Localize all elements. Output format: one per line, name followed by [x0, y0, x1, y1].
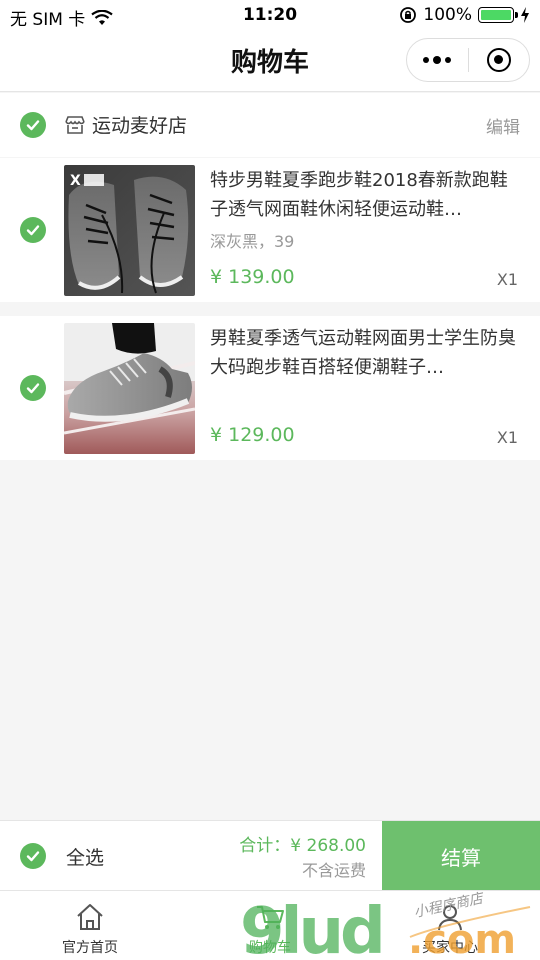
cart-item: X 特步男鞋夏季跑步鞋2018春新款跑鞋子透气网面鞋休闲轻便运动鞋… 深灰黑，3… — [0, 158, 540, 302]
target-icon — [486, 48, 511, 72]
store-icon — [65, 116, 85, 134]
more-menu-button[interactable] — [407, 39, 468, 81]
product-image[interactable] — [64, 323, 195, 454]
product-quantity: X1 — [496, 270, 518, 289]
orientation-lock-icon — [400, 7, 417, 23]
tab-label: 购物车 — [249, 940, 291, 956]
checkmark-icon — [26, 120, 40, 131]
status-bar: 无 SIM 卡 11:20 100% — [0, 0, 540, 32]
charging-icon — [521, 7, 529, 23]
edit-button[interactable]: 编辑 — [486, 113, 520, 138]
checkout-button[interactable]: 结算 — [382, 821, 540, 891]
select-all-label[interactable]: 全选 — [66, 843, 104, 870]
shop-checkbox[interactable] — [20, 112, 46, 138]
total-amount: 合计：¥ 268.00 — [239, 836, 366, 856]
select-all-checkbox[interactable] — [20, 843, 46, 869]
tab-cart[interactable]: 购物车 — [180, 891, 360, 960]
shop-header: 运动麦好店 编辑 — [0, 93, 540, 157]
checkmark-icon — [26, 225, 40, 236]
product-image[interactable]: X — [64, 165, 195, 296]
cart-item: 男鞋夏季透气运动鞋网面男士学生防臭大码跑步鞋百搭轻便潮鞋子… ¥ 129.00 … — [0, 316, 540, 460]
tab-bar: 官方首页 购物车 买家中心 — [0, 890, 540, 960]
tab-label: 官方首页 — [62, 940, 118, 956]
product-spec: 深灰黑，39 — [210, 232, 295, 251]
close-miniprogram-button[interactable] — [469, 39, 530, 81]
battery-percent: 100% — [423, 5, 472, 25]
cart-icon — [257, 906, 284, 929]
shop-name[interactable]: 运动麦好店 — [92, 111, 187, 138]
product-price: ¥ 129.00 — [210, 424, 295, 446]
miniprogram-capsule — [406, 38, 530, 82]
home-icon — [77, 904, 103, 930]
item-checkbox[interactable] — [20, 217, 46, 243]
checkout-summary-bar: 全选 合计：¥ 268.00 不含运费 结算 — [0, 820, 540, 891]
nav-bar: 购物车 — [0, 32, 540, 92]
product-quantity: X1 — [496, 428, 518, 447]
tab-label: 买家中心 — [422, 940, 478, 956]
tab-home[interactable]: 官方首页 — [0, 891, 180, 960]
svg-text:X: X — [70, 173, 81, 189]
user-icon — [438, 905, 462, 931]
checkmark-icon — [26, 851, 40, 862]
checkmark-icon — [26, 383, 40, 394]
more-dots-icon — [423, 56, 452, 64]
product-price: ¥ 139.00 — [210, 266, 295, 288]
tab-buyer-center[interactable]: 买家中心 — [360, 891, 540, 960]
item-checkbox[interactable] — [20, 375, 46, 401]
product-title[interactable]: 特步男鞋夏季跑步鞋2018春新款跑鞋子透气网面鞋休闲轻便运动鞋… — [210, 166, 522, 224]
product-title[interactable]: 男鞋夏季透气运动鞋网面男士学生防臭大码跑步鞋百搭轻便潮鞋子… — [210, 324, 522, 382]
status-right: 100% — [399, 5, 530, 25]
shipping-note: 不含运费 — [301, 861, 366, 880]
battery-icon — [478, 7, 518, 23]
